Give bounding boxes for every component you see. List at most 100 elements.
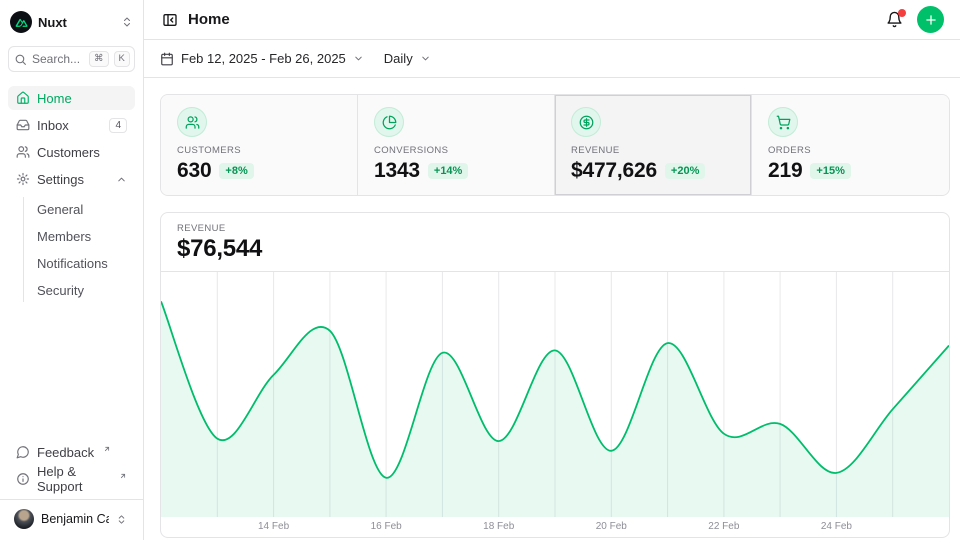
sidebar-item-customers[interactable]: Customers [8,140,135,164]
sidebar-item-label: Home [37,91,127,106]
sidebar-item-label: General [37,202,128,217]
stat-card-orders[interactable]: ORDERS 219 +15% [752,95,949,195]
external-link-icon [103,441,111,456]
revenue-area-chart [161,272,949,517]
chart-metric-label: REVENUE [177,223,933,234]
gear-icon [16,172,30,186]
stat-delta-badge: +15% [810,163,850,179]
stat-card-customers[interactable]: CUSTOMERS 630 +8% [161,95,358,195]
x-axis-tick-label: 14 Feb [258,521,289,532]
notifications-button[interactable] [884,9,905,30]
calendar-icon [160,52,174,66]
user-name: Benjamin Canac [41,512,109,526]
sidebar-item-label: Settings [37,172,109,187]
stat-card-revenue[interactable]: REVENUE $477,626 +20% [555,95,752,195]
date-range-picker[interactable]: Feb 12, 2025 - Feb 26, 2025 [160,51,364,66]
search-icon [14,53,27,66]
kbd-k: K [114,51,130,67]
sidebar-item-label: Security [37,283,128,298]
granularity-label: Daily [384,51,413,66]
revenue-chart-panel: REVENUE $76,544 14 Feb 16 Feb 18 Feb 20 Feb… [160,212,950,538]
stats-panel: CUSTOMERS 630 +8% CONVERSIONS 1343 +14% [160,94,950,196]
sidebar-item-notifications[interactable]: Notifications [30,251,135,275]
x-axis-tick-label: 18 Feb [483,521,514,532]
chat-bubble-icon [16,445,30,459]
search-input-container[interactable]: ⌘ K [8,46,135,72]
workspace-switcher[interactable]: Nuxt [8,8,135,36]
external-link-icon [119,468,127,483]
workspace-name: Nuxt [38,15,115,30]
stat-delta-badge: +20% [665,163,705,179]
stat-label: CUSTOMERS [177,145,341,156]
users-icon [177,107,207,137]
sidebar-item-label: Members [37,229,128,244]
stat-label: REVENUE [571,145,735,156]
date-range-label: Feb 12, 2025 - Feb 26, 2025 [181,51,346,66]
x-axis-tick-label: 16 Feb [371,521,402,532]
main-area: Home Feb 12, [144,0,960,540]
plus-icon [924,13,938,27]
kbd-cmd: ⌘ [89,51,109,67]
sidebar-item-inbox[interactable]: Inbox 4 [8,113,135,137]
sidebar-item-feedback[interactable]: Feedback [8,440,135,464]
stat-delta-badge: +14% [428,163,468,179]
collapse-sidebar-button[interactable] [160,10,180,30]
sidebar-item-security[interactable]: Security [30,278,135,302]
inbox-count-badge: 4 [109,118,127,133]
users-icon [16,145,30,159]
sidebar-item-general[interactable]: General [30,197,135,221]
inbox-icon [16,118,30,132]
cart-icon [768,107,798,137]
house-icon [16,91,30,105]
chart-plot-area[interactable] [161,272,949,517]
content: CUSTOMERS 630 +8% CONVERSIONS 1343 +14% [144,78,960,538]
stat-card-conversions[interactable]: CONVERSIONS 1343 +14% [358,95,555,195]
sidebar-item-label: Customers [37,145,127,160]
chart-header: REVENUE $76,544 [161,213,949,272]
page-title: Home [188,11,230,28]
chart-metric-value: $76,544 [177,235,933,263]
info-icon [16,472,30,486]
nuxt-logo-icon [10,11,32,33]
granularity-select[interactable]: Daily [384,51,431,66]
app-root: Nuxt ⌘ K Home Inb [0,0,960,540]
header-actions [884,6,944,33]
sidebar-item-home[interactable]: Home [8,86,135,110]
sidebar-item-help-support[interactable]: Help & Support [8,467,135,491]
filter-toolbar: Feb 12, 2025 - Feb 26, 2025 Daily [144,40,960,78]
sidebar-item-members[interactable]: Members [30,224,135,248]
notification-dot [898,9,906,17]
x-axis: 14 Feb 16 Feb 18 Feb 20 Feb 22 Feb 24 Feb [161,517,949,537]
dollar-icon [571,107,601,137]
top-header: Home [144,0,960,40]
chevrons-up-down-icon [116,514,127,525]
sidebar-item-label: Inbox [37,118,102,133]
stat-value: 630 [177,159,211,183]
add-button[interactable] [917,6,944,33]
chevrons-up-down-icon [121,16,133,28]
stat-label: ORDERS [768,145,933,156]
panel-left-close-icon [162,12,178,28]
avatar [14,509,34,529]
chevron-up-icon [116,174,127,185]
sidebar-item-label: Notifications [37,256,128,271]
stat-value: $477,626 [571,159,657,183]
sidebar-nav: Home Inbox 4 Customers Settings [8,86,135,302]
sidebar-spacer [8,302,135,440]
search-input[interactable] [32,52,84,66]
x-axis-tick-label: 20 Feb [596,521,627,532]
x-axis-tick-label: 24 Feb [821,521,852,532]
sidebar-divider [0,499,143,500]
sidebar-item-label: Help & Support [37,464,110,494]
chevron-down-icon [420,53,431,64]
stat-value: 1343 [374,159,420,183]
sidebar-item-settings[interactable]: Settings [8,167,135,191]
pie-chart-icon [374,107,404,137]
stat-label: CONVERSIONS [374,145,538,156]
x-axis-tick-label: 22 Feb [708,521,739,532]
stat-value: 219 [768,159,802,183]
user-menu[interactable]: Benjamin Canac [8,506,135,532]
stat-delta-badge: +8% [219,163,253,179]
settings-submenu: General Members Notifications Security [23,197,135,302]
sidebar-footer: Feedback Help & Support [8,440,135,491]
